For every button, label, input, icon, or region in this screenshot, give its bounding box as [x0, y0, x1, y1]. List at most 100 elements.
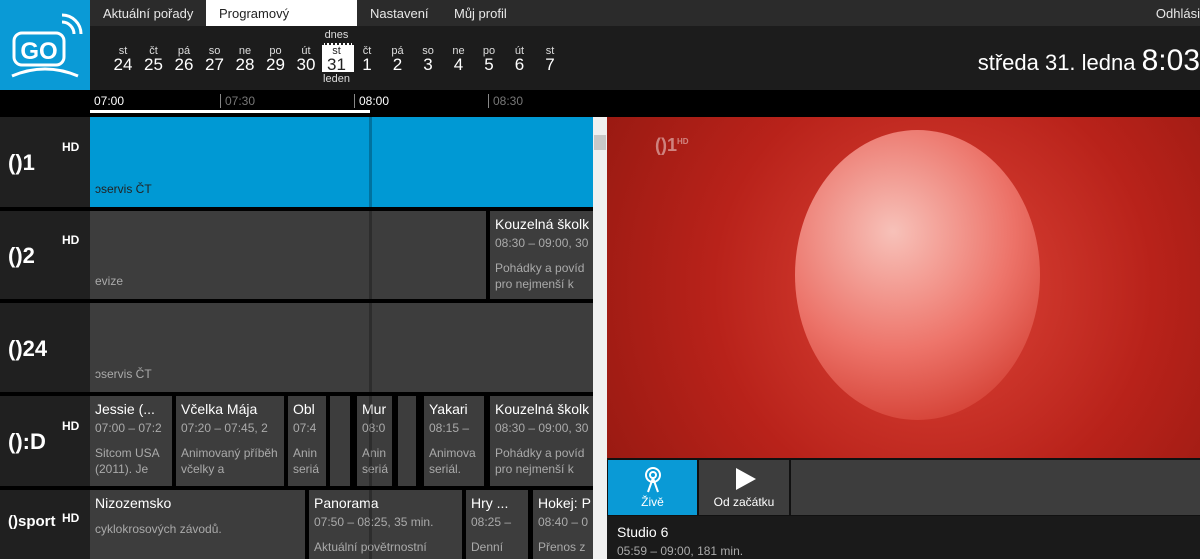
program-cell[interactable]: Hry ... 08:25 – Denní [466, 490, 528, 559]
program-cell[interactable]: Hokej: P 08:40 – 0 Přenos z [533, 490, 593, 559]
date-26[interactable]: pá 26 [169, 26, 199, 90]
program-time: 08:30 – 09:00, 30 [495, 421, 589, 435]
program-title: Nizozemsko [95, 495, 172, 511]
program-desc: Pohádky a povíd pro nejmenší k [495, 446, 585, 476]
program-cell[interactable]: Kouzelná školk 08:30 – 09:00, 30 Pohádky a… [490, 396, 593, 486]
program-cell[interactable]: Nizozemsko cyklokrosových závodů. [90, 490, 305, 559]
date-3[interactable]: so 3 [413, 26, 443, 90]
day-number: 6 [514, 55, 525, 74]
channel-logo[interactable]: ():D HD [0, 396, 90, 486]
program-desc: ɔservis ČT [95, 367, 152, 381]
program-cell[interactable]: evize [90, 211, 486, 299]
program-desc: Anin seriá [293, 446, 320, 476]
program-title: Kouzelná školk [495, 216, 590, 232]
program-desc: Animova seriál. [429, 446, 476, 476]
program-time: 08:0 [362, 421, 386, 435]
date-7[interactable]: st 7 [535, 26, 565, 90]
channel-hd-badge: HD [62, 419, 80, 433]
restart-button[interactable]: Od začátku [699, 460, 789, 515]
date-2[interactable]: pá 2 [383, 26, 413, 90]
date-30[interactable]: út 30 [291, 26, 321, 90]
go-logo[interactable]: GO [0, 0, 90, 90]
program-desc: cyklokrosových závodů. [95, 522, 222, 536]
program-cell[interactable]: ɔservis ČT [90, 117, 593, 207]
tab-program-guide[interactable]: Programový průvodce [206, 0, 357, 48]
date-24[interactable]: st 24 [108, 26, 138, 90]
date-31[interactable]: dnes leden st 31 [321, 26, 354, 90]
program-desc: Animovaný příběh včelky a [181, 446, 278, 476]
program-cell[interactable]: Kouzelná školk 08:30 – 09:00, 30 Pohádky a… [490, 211, 593, 299]
program-desc: Anin seriá [362, 446, 389, 476]
program-cell[interactable]: Jessie (... 07:00 – 07:2 Sitcom USA (2011)… [90, 396, 172, 486]
date-4[interactable]: ne 4 [444, 26, 474, 90]
current-datetime: středa 31. ledna 8:03 [978, 44, 1200, 78]
program-time: 07:50 – 08:25, 35 min. [314, 515, 434, 529]
program-desc: Aktuální povětrnostní [314, 540, 427, 554]
current-date: středa 31. ledna [977, 50, 1136, 75]
top-nav: Aktuální pořady Programový průvodce Nast… [90, 0, 1200, 48]
program-time: 08:15 – [429, 421, 470, 435]
time-progress-bar [90, 110, 370, 113]
day-number: 26 [174, 55, 194, 74]
program-desc: Denní [471, 540, 504, 554]
channel-logo[interactable]: ()24 [0, 303, 90, 392]
timeline-tick: 07:30 [220, 94, 255, 108]
channel-hd-badge: HD [62, 233, 80, 247]
program-time: 08:25 – [471, 515, 512, 529]
channel-logo[interactable]: ()1 HD [0, 117, 90, 207]
day-number: 2 [392, 55, 403, 74]
player-controls: Živě Od začátku [607, 458, 1200, 516]
day-number: 4 [453, 55, 464, 74]
timeline-tick: 08:30 [488, 94, 523, 108]
program-desc: Přenos z [538, 540, 586, 554]
day-number: 27 [205, 55, 224, 74]
program-cell[interactable]: ɔservis ČT [90, 303, 593, 392]
channel-watermark: ()1HD [655, 135, 689, 155]
date-1[interactable]: čt 1 [352, 26, 382, 90]
current-time: 8:03 [1141, 44, 1200, 77]
program-cell[interactable] [398, 396, 416, 486]
date-29[interactable]: po 29 [261, 26, 291, 90]
tab-settings[interactable]: Nastavení [357, 0, 442, 26]
channel-logo[interactable]: ()2 HD [0, 211, 90, 299]
program-title: Yakari [429, 401, 468, 417]
channel-hd-badge: HD [62, 510, 80, 525]
tab-current-shows[interactable]: Aktuální pořady [90, 0, 206, 26]
timeline-tick: 08:00 [354, 94, 389, 108]
date-5[interactable]: po 5 [474, 26, 504, 90]
day-number: 7 [545, 55, 555, 74]
date-6[interactable]: út 6 [505, 26, 535, 90]
program-cell[interactable] [330, 396, 350, 486]
channel-hd-badge: HD [62, 140, 80, 154]
day-number: 29 [266, 55, 285, 74]
program-cell[interactable]: Včelka Mája 07:20 – 07:45, 2 Animovaný pří… [176, 396, 284, 486]
live-button[interactable]: Živě [608, 460, 697, 515]
program-cell[interactable]: Mur 08:0 Anin seriá [357, 396, 392, 486]
day-number: 25 [144, 55, 163, 74]
program-title: Studio 6 [617, 524, 669, 540]
timeline-tick: 07:00 [94, 94, 125, 108]
tab-my-profile[interactable]: Můj profil [441, 0, 520, 26]
program-cell[interactable]: Obl 07:4 Anin seriá [288, 396, 326, 486]
scrollbar[interactable] [593, 117, 607, 559]
today-label: dnes [324, 29, 349, 41]
logout-link[interactable]: Odhlási [1156, 0, 1200, 27]
date-28[interactable]: ne 28 [230, 26, 260, 90]
program-desc: evize [95, 274, 124, 288]
date-27[interactable]: so 27 [200, 26, 230, 90]
channel-logo[interactable]: ()sport HD [0, 490, 90, 559]
go-logo-icon: GO [11, 13, 83, 78]
day-number: 5 [484, 55, 494, 74]
program-cell[interactable]: Yakari 08:15 – Animova seriál. [424, 396, 484, 486]
program-title: Kouzelná školk [495, 401, 590, 417]
program-title: Mur [362, 401, 387, 417]
program-title: Včelka Mája [181, 401, 258, 417]
program-desc: Pohádky a povíd pro nejmenší k [495, 261, 585, 291]
day-number: 28 [235, 55, 255, 74]
channel-name: ()24 [8, 335, 48, 361]
program-desc: Sitcom USA (2011). Je [95, 446, 160, 476]
program-cell[interactable]: Panorama 07:50 – 08:25, 35 min. Aktuální p… [309, 490, 462, 559]
day-number: 31 [327, 55, 346, 74]
day-number: 3 [423, 55, 433, 74]
date-25[interactable]: čt 25 [139, 26, 169, 90]
